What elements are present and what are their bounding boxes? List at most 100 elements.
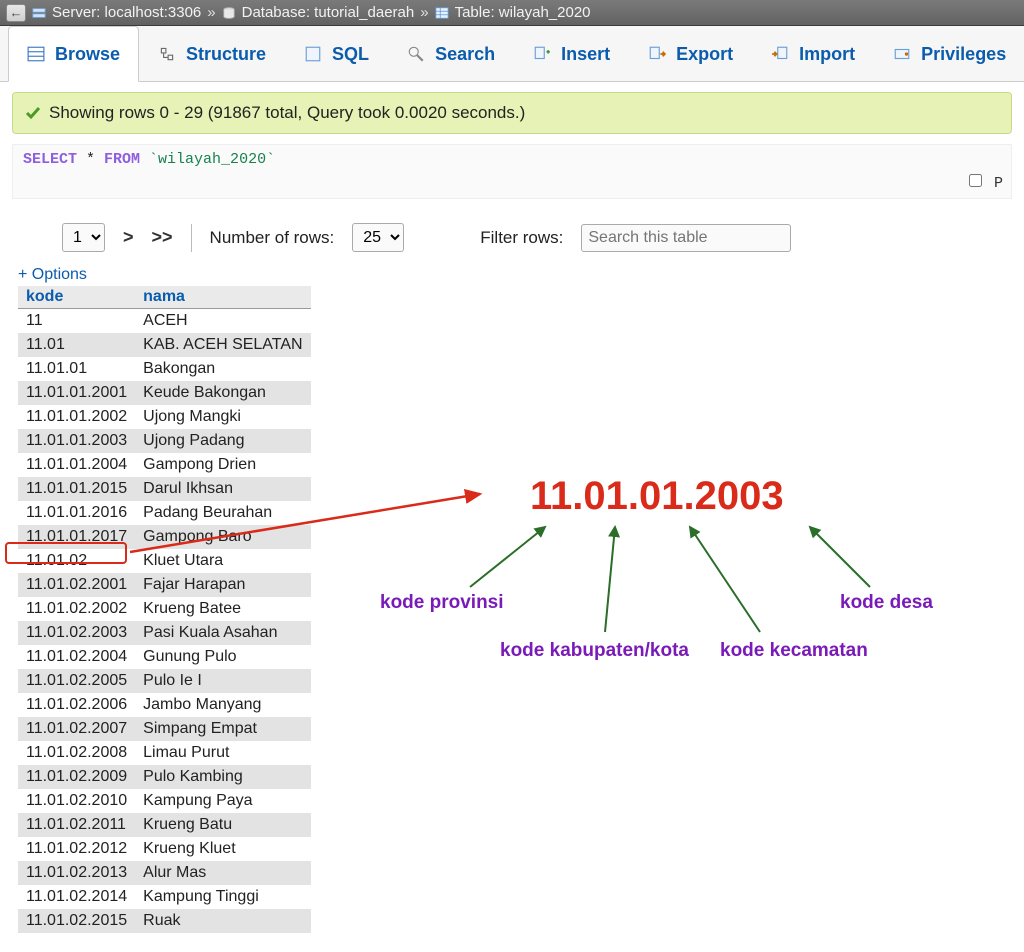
filter-label: Filter rows: [480,228,563,248]
table-row[interactable]: 11.01.01.2016Padang Beurahan [18,501,311,525]
cell-nama: Ruak [135,909,310,933]
cell-nama: Gampong Drien [135,453,310,477]
cell-kode: 11.01.01.2002 [18,405,135,429]
search-icon [407,45,425,63]
table-row[interactable]: 11.01.02.2002Krueng Batee [18,597,311,621]
tab-privileges[interactable]: Privileges [874,26,1024,81]
tab-label: Search [435,44,495,65]
table-row[interactable]: 11.01.02.2001Fajar Harapan [18,573,311,597]
label-kecamatan: kode kecamatan [720,640,868,662]
cell-nama: ACEH [135,309,310,334]
tab-label: Structure [186,44,266,65]
cell-kode: 11.01.02.2015 [18,909,135,933]
cell-kode: 11.01.02.2003 [18,621,135,645]
table-row[interactable]: 11.01.02.2005Pulo Ie I [18,669,311,693]
table-row[interactable]: 11ACEH [18,309,311,334]
cell-kode: 11 [18,309,135,334]
annotation-overlay: 11.01.01.2003 kode provinsi kode kabupat… [330,472,1010,692]
cell-kode: 11.01.02.2004 [18,645,135,669]
table-row[interactable]: 11.01.02.2012Krueng Kluet [18,837,311,861]
col-header-kode[interactable]: kode [18,286,135,309]
col-header-nama[interactable]: nama [135,286,310,309]
tab-search[interactable]: Search [388,26,514,81]
tab-label: Browse [55,44,120,65]
numrows-select[interactable]: 25 [352,223,404,252]
tab-label: Insert [561,44,610,65]
sql-tablename: `wilayah_2020` [140,151,275,168]
table-row[interactable]: 11.01.02.2003Pasi Kuala Asahan [18,621,311,645]
label-desa: kode desa [840,592,933,614]
cell-kode: 11.01.02.2001 [18,573,135,597]
breadcrumb-table[interactable]: Table: wilayah_2020 [455,4,591,21]
cell-kode: 11.01.01.2003 [18,429,135,453]
cell-nama: Bakongan [135,357,310,381]
cell-nama: Keude Bakongan [135,381,310,405]
filter-input[interactable] [581,224,791,252]
cell-kode: 11.01.02.2013 [18,861,135,885]
cell-kode: 11.01.02.2005 [18,669,135,693]
cell-nama: Ujong Padang [135,429,310,453]
table-row[interactable]: 11.01.02.2015Ruak [18,909,311,933]
profiling-checkbox[interactable] [969,174,982,187]
breadcrumb-sep: » [207,4,215,21]
table-row[interactable]: 11.01.01.2017Gampong Baro [18,525,311,549]
annotation-code: 11.01.01.2003 [530,474,784,519]
table-row[interactable]: 11.01.01.2004Gampong Drien [18,453,311,477]
table-row[interactable]: 11.01.02.2014Kampung Tinggi [18,885,311,909]
table-row[interactable]: 11.01.02.2013Alur Mas [18,861,311,885]
cell-nama: Simpang Empat [135,717,310,741]
tab-import[interactable]: Import [752,26,874,81]
table-row[interactable]: 11.01.02.2004Gunung Pulo [18,645,311,669]
breadcrumb-database[interactable]: Database: tutorial_daerah [242,4,415,21]
cell-kode: 11.01 [18,333,135,357]
options-toggle[interactable]: + Options [18,266,1012,284]
back-button[interactable]: ← [6,4,26,22]
tab-sql[interactable]: SQL [285,26,388,81]
breadcrumb-server[interactable]: Server: localhost:3306 [52,4,201,21]
cell-kode: 11.01.02.2009 [18,765,135,789]
cell-kode: 11.01.02.2014 [18,885,135,909]
tab-export[interactable]: Export [629,26,752,81]
table-row[interactable]: 11.01.01.2001Keude Bakongan [18,381,311,405]
table-row[interactable]: 11.01.01Bakongan [18,357,311,381]
table-row[interactable]: 11.01.02.2007Simpang Empat [18,717,311,741]
export-icon [648,45,666,63]
result-table: kode nama 11ACEH11.01KAB. ACEH SELATAN11… [18,286,311,933]
table-row[interactable]: 11.01.01.2015Darul Ikhsan [18,477,311,501]
table-row[interactable]: 11.01.02.2011Krueng Batu [18,813,311,837]
table-row[interactable]: 11.01.02.2008Limau Purut [18,741,311,765]
label-kabkota: kode kabupaten/kota [500,640,689,662]
table-row[interactable]: 11.01.01.2002Ujong Mangki [18,405,311,429]
cell-kode: 11.01.02.2011 [18,813,135,837]
next-page-button[interactable]: > [123,227,134,248]
tab-browse[interactable]: Browse [8,26,139,82]
table-row[interactable]: 11.01.02Kluet Utara [18,549,311,573]
cell-nama: Darul Ikhsan [135,477,310,501]
structure-icon [158,45,176,63]
tab-insert[interactable]: Insert [514,26,629,81]
cell-nama: Jambo Manyang [135,693,310,717]
cell-kode: 11.01.02.2010 [18,789,135,813]
table-row[interactable]: 11.01.02.2010Kampung Paya [18,789,311,813]
page-select[interactable]: 1 [62,223,105,252]
table-row[interactable]: 11.01KAB. ACEH SELATAN [18,333,311,357]
table-row[interactable]: 11.01.01.2003Ujong Padang [18,429,311,453]
success-text: Showing rows 0 - 29 (91867 total, Query … [49,103,525,123]
label-provinsi: kode provinsi [380,592,504,614]
cell-nama: Limau Purut [135,741,310,765]
cell-nama: Pasi Kuala Asahan [135,621,310,645]
cell-nama: KAB. ACEH SELATAN [135,333,310,357]
last-page-button[interactable]: >> [152,227,173,248]
separator [191,224,192,252]
pager-bar: 1 > >> Number of rows: 25 Filter rows: [62,223,1012,252]
profiling-label: P [994,175,1003,192]
cell-kode: 11.01.01.2004 [18,453,135,477]
sql-query-box: SELECT * FROM `wilayah_2020` P [12,144,1012,199]
import-icon [771,45,789,63]
table-row[interactable]: 11.01.02.2006Jambo Manyang [18,693,311,717]
check-icon [25,105,41,121]
table-row[interactable]: 11.01.02.2009Pulo Kambing [18,765,311,789]
breadcrumb-bar: ← Server: localhost:3306 » Database: tut… [0,0,1024,26]
tab-structure[interactable]: Structure [139,26,285,81]
cell-kode: 11.01.01 [18,357,135,381]
